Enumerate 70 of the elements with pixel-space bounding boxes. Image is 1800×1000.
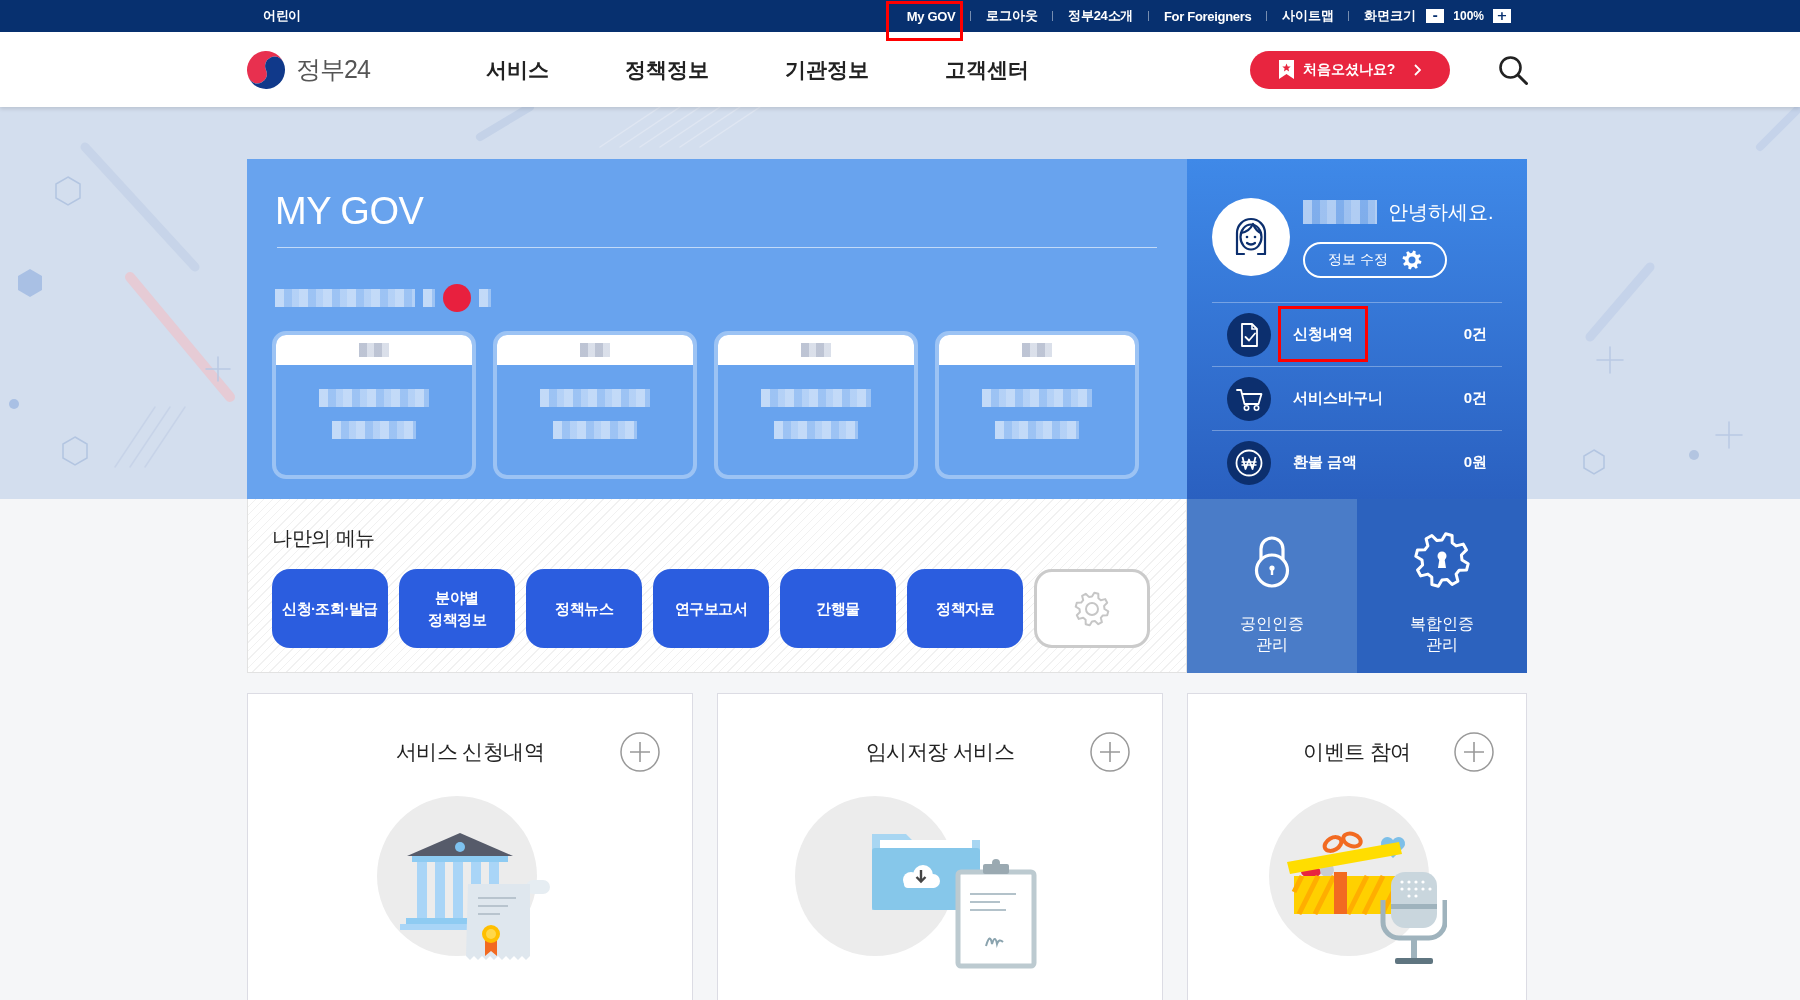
won-coin-icon (1227, 440, 1271, 485)
edit-profile-button[interactable]: 정보 수정 (1303, 242, 1447, 278)
menu-settings-button[interactable] (1034, 569, 1150, 648)
stripe-decoration (1756, 107, 1800, 151)
nav-item[interactable]: 기관정보 (784, 55, 869, 84)
zoom-value: 100% (1453, 9, 1484, 23)
zoom-in-button[interactable]: + (1493, 9, 1511, 23)
gear-icon (1401, 250, 1422, 270)
card-title: 서비스 신청내역 (395, 739, 545, 765)
menu-shortcut-button[interactable]: 정책자료 (907, 569, 1023, 648)
section-title: 나만의 메뉴 (272, 526, 376, 551)
menu-shortcut-button[interactable]: 신청·조회·발급 (272, 569, 388, 648)
dot-decoration (1689, 450, 1699, 460)
redacted-text (423, 289, 435, 307)
logo-text[interactable]: 정부24 (296, 53, 370, 86)
redacted-text (801, 343, 831, 357)
dot-decoration (9, 399, 19, 409)
plus-decoration (1715, 421, 1743, 449)
management-tile[interactable]: 복합인증 관리 (1357, 499, 1527, 673)
stat-count: 0건 (1463, 389, 1487, 408)
redacted-text (359, 343, 389, 357)
top-link[interactable]: 로그아웃 (986, 7, 1038, 25)
management-tile[interactable]: 공인인증 관리 (1187, 499, 1357, 673)
avatar-icon (1212, 198, 1290, 276)
nav-item[interactable]: 고객센터 (944, 55, 1029, 84)
hexagon-decoration (18, 269, 42, 297)
menu-shortcut-button[interactable]: 간행물 (780, 569, 896, 648)
zoom-label: 화면크기 (1364, 7, 1417, 25)
top-link[interactable]: 어린이 (263, 7, 302, 25)
gear-keyhole-icon (1414, 532, 1470, 588)
hexagon-decoration (55, 176, 81, 206)
stat-count: 0원 (1463, 453, 1487, 472)
redacted-text (479, 289, 491, 307)
top-link[interactable]: My GOV (906, 8, 956, 24)
cart-icon (1227, 376, 1271, 421)
first-visit-button[interactable]: 처음오셨나요? (1250, 50, 1450, 89)
plus-decoration (1596, 346, 1624, 374)
top-link[interactable]: 정부24소개 (1068, 7, 1133, 25)
card-title: 이벤트 참여 (1303, 739, 1411, 765)
stat-link[interactable]: 신청내역 (1293, 325, 1353, 344)
stat-link[interactable]: 서비스바구니 (1293, 389, 1383, 408)
stat-count: 0건 (1463, 325, 1487, 344)
zoom-out-button[interactable]: - (1426, 9, 1445, 23)
top-link[interactable]: For Foreigners (1163, 8, 1252, 24)
card-title: 임시저장 서비스 (865, 739, 1015, 765)
redacted-text (1022, 343, 1052, 357)
search-icon[interactable] (1498, 54, 1528, 85)
stripe-decoration (476, 107, 534, 141)
redacted-text (580, 343, 610, 357)
nav-item[interactable]: 정책정보 (624, 55, 709, 84)
panel-title: MY GOV (275, 189, 425, 233)
chevron-icon (1414, 63, 1422, 76)
badge-icon (443, 284, 471, 312)
bookmark-icon (1278, 60, 1294, 79)
document-check-icon (1227, 312, 1271, 357)
greeting-text: 안녕하세요. (1388, 199, 1494, 225)
menu-shortcut-button[interactable]: 정책뉴스 (526, 569, 642, 648)
gear-icon (1074, 590, 1110, 627)
hexagon-decoration (62, 436, 88, 466)
menu-shortcut-button[interactable]: 연구보고서 (653, 569, 769, 648)
logo-icon[interactable] (246, 49, 286, 90)
add-icon[interactable] (1090, 732, 1130, 772)
nav-item[interactable]: 서비스 (485, 55, 549, 84)
top-link[interactable]: 사이트맵 (1282, 7, 1334, 25)
stat-link[interactable]: 환불 금액 (1293, 453, 1358, 472)
plus-decoration (205, 356, 231, 382)
add-icon[interactable] (620, 732, 660, 772)
hexagon-decoration (1583, 449, 1605, 475)
menu-shortcut-button[interactable]: 분야별 정책정보 (399, 569, 515, 648)
add-icon[interactable] (1454, 732, 1494, 772)
